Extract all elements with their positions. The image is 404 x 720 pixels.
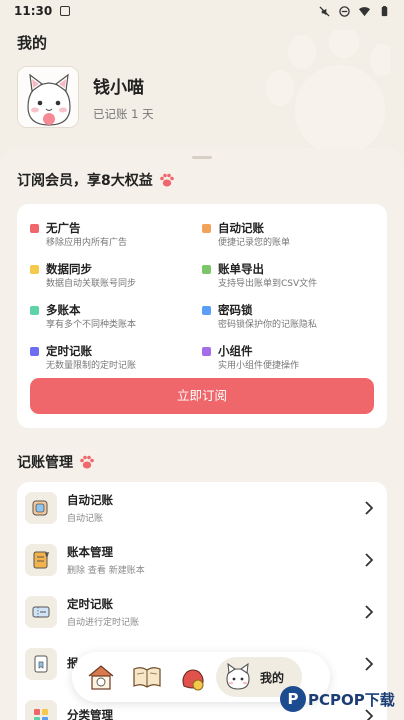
benefit-desc: 移除应用内所有广告 — [46, 238, 128, 248]
benefit-name: 多账本 — [46, 303, 81, 317]
item-subtitle: 自动进行定时记账 — [67, 618, 140, 628]
benefit-dot — [202, 224, 211, 233]
benefit-name: 定时记账 — [46, 344, 92, 358]
benefit-card: 无广告 移除应用内所有广告 自动记账 便捷记录您的账单 数据同步 数据自动关联账… — [17, 204, 387, 428]
item-subtitle: 删除 查看 新建账本 — [67, 566, 145, 576]
chevron-right-icon — [365, 553, 373, 567]
benefit-dot — [30, 347, 39, 356]
benefit-desc: 数据自动关联账号同步 — [46, 279, 137, 289]
cat-avatar-icon — [18, 67, 78, 127]
benefit-desc: 无数量限制的定时记账 — [46, 361, 137, 371]
chevron-right-icon — [365, 605, 373, 619]
ticket-icon — [25, 596, 57, 628]
item-title: 自动记账 — [67, 493, 113, 507]
nav-book[interactable] — [124, 657, 170, 697]
benefit-name: 自动记账 — [218, 221, 264, 235]
benefit-no-ads: 无广告 移除应用内所有广告 — [30, 220, 202, 249]
benefit-bill-export: 账单导出 支持导出账单到CSV文件 — [202, 261, 374, 290]
mute-icon — [319, 5, 330, 17]
benefit-dot — [30, 265, 39, 274]
benefit-name: 数据同步 — [46, 262, 92, 276]
benefit-widget: 小组件 实用小组件便捷操作 — [202, 343, 374, 372]
battery-icon — [381, 5, 388, 16]
paw-background-icon — [266, 30, 390, 150]
list-item-ledger-management[interactable]: 账本管理 删除 查看 新建账本 — [17, 534, 387, 586]
watermark: P PCPOP下载 — [280, 686, 395, 712]
paw-icon — [80, 455, 94, 469]
benefit-desc: 密码锁保护你的记账隐私 — [218, 320, 318, 330]
nav-home[interactable] — [78, 657, 124, 697]
benefit-dot — [30, 306, 39, 315]
benefit-desc: 享有多个不同种类账本 — [46, 320, 137, 330]
cat-face-icon — [226, 662, 250, 690]
benefit-grid: 无广告 移除应用内所有广告 自动记账 便捷记录您的账单 数据同步 数据自动关联账… — [30, 220, 374, 372]
status-bar: 11:30 — [0, 0, 404, 22]
avatar[interactable] — [17, 66, 79, 128]
benefit-dot — [30, 224, 39, 233]
profile-section[interactable]: 钱小喵 已记账 1 天 — [17, 66, 154, 128]
wifi-icon — [359, 6, 370, 16]
main-panel: 订阅会员，享8大权益 无广告 移除应用内所有广告 自动记账 便捷记录您的账单 数… — [0, 148, 404, 720]
dnd-icon — [339, 5, 350, 17]
nav-mine-label: 我的 — [260, 670, 285, 685]
username: 钱小喵 — [93, 77, 144, 98]
benefit-name: 密码锁 — [218, 303, 253, 317]
pcpop-logo-icon: P — [280, 686, 306, 712]
benefit-dot — [202, 347, 211, 356]
management-title-text: 记账管理 — [17, 455, 73, 471]
nav-wallet[interactable] — [170, 657, 216, 697]
membership-title-text: 订阅会员，享8大权益 — [17, 173, 153, 189]
category-icon — [25, 700, 57, 720]
sim-icon — [60, 6, 71, 16]
watermark-text: PCPOP下载 — [308, 690, 395, 709]
list-item-auto-record[interactable]: 自动记账 自动记账 — [17, 482, 387, 534]
record-days: 已记账 1 天 — [93, 106, 154, 121]
benefit-dot — [202, 265, 211, 274]
benefit-name: 小组件 — [218, 344, 253, 358]
benefit-multi-ledger: 多账本 享有多个不同种类账本 — [30, 302, 202, 331]
auto-record-icon — [25, 492, 57, 524]
item-title: 分类管理 — [67, 707, 113, 720]
benefit-desc: 便捷记录您的账单 — [218, 238, 291, 248]
benefit-dot — [202, 306, 211, 315]
benefit-desc: 支持导出账单到CSV文件 — [218, 279, 318, 289]
management-title: 记账管理 — [17, 452, 95, 472]
report-icon — [25, 648, 57, 680]
item-title: 账本管理 — [67, 545, 113, 559]
chevron-right-icon — [365, 501, 373, 515]
benefit-password-lock: 密码锁 密码锁保护你的记账隐私 — [202, 302, 374, 331]
benefit-name: 账单导出 — [218, 262, 264, 276]
chevron-right-icon — [365, 657, 373, 671]
drag-handle[interactable] — [192, 156, 212, 159]
item-title: 定时记账 — [67, 597, 113, 611]
benefit-auto-record: 自动记账 便捷记录您的账单 — [202, 220, 374, 249]
money-bag-icon — [182, 669, 204, 691]
subscribe-button[interactable]: 立即订阅 — [30, 378, 374, 414]
item-subtitle: 自动记账 — [67, 514, 104, 524]
status-time: 11:30 — [14, 4, 53, 18]
benefit-scheduled-record: 定时记账 无数量限制的定时记账 — [30, 343, 202, 372]
status-icons — [319, 5, 390, 17]
open-book-icon — [133, 667, 161, 688]
page-title: 我的 — [17, 34, 48, 52]
paw-icon — [159, 173, 174, 187]
house-icon — [88, 665, 114, 690]
benefit-data-sync: 数据同步 数据自动关联账号同步 — [30, 261, 202, 290]
benefit-name: 无广告 — [46, 221, 81, 235]
list-item-scheduled-record[interactable]: 定时记账 自动进行定时记账 — [17, 586, 387, 638]
ledger-icon — [25, 544, 57, 576]
benefit-desc: 实用小组件便捷操作 — [218, 361, 300, 371]
membership-title: 订阅会员，享8大权益 — [17, 170, 175, 190]
